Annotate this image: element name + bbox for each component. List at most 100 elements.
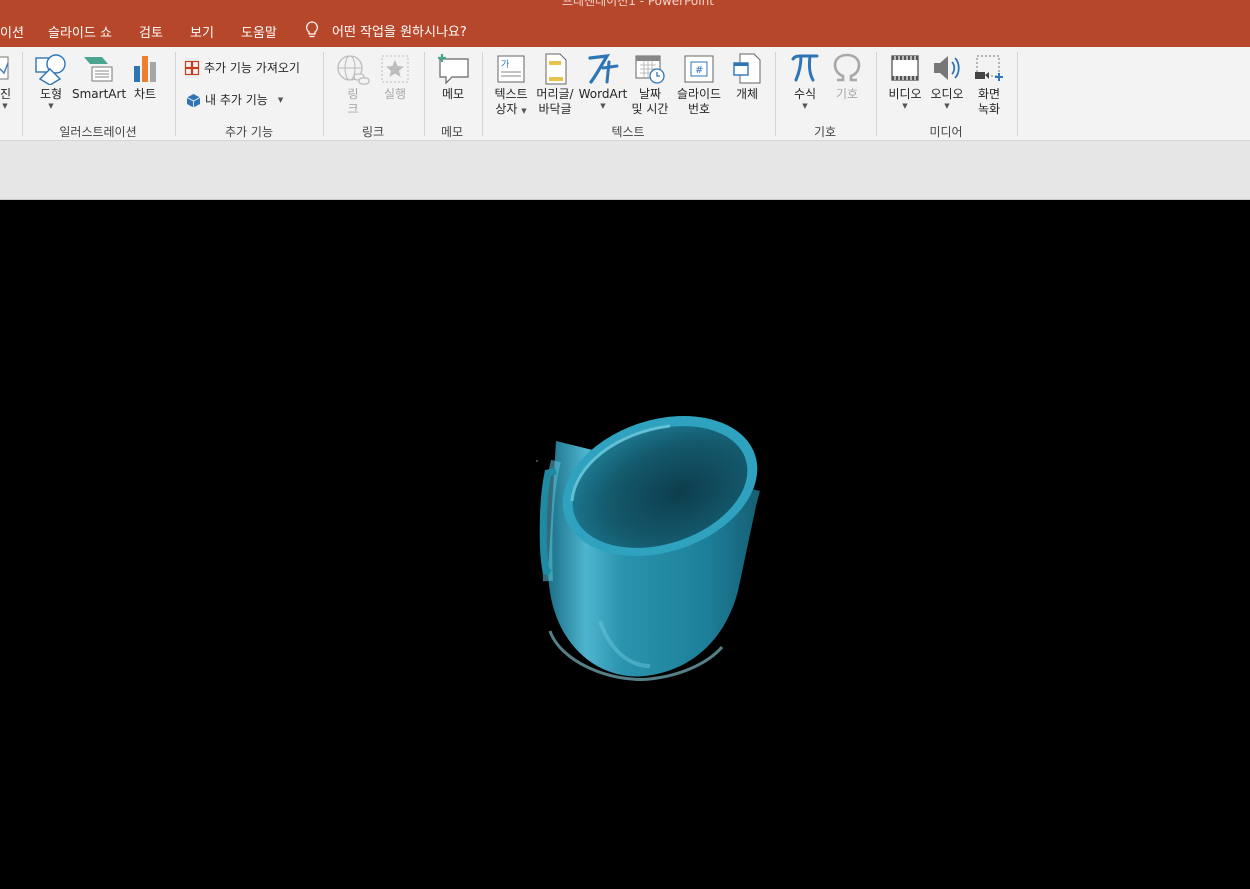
shapes-label: 도형 — [39, 87, 63, 101]
header-footer-label-line2: 바닥글 — [538, 102, 572, 116]
group-label-symbols: 기호 — [813, 125, 837, 139]
calendar-clock-icon — [635, 55, 665, 84]
tab-help[interactable]: 도움말 — [241, 22, 277, 41]
svg-text:#: # — [695, 65, 703, 76]
symbol-button[interactable]: 기호 — [830, 87, 864, 102]
tab-slide-show[interactable]: 슬라이드 쇼 — [48, 22, 112, 41]
tab-view[interactable]: 보기 — [190, 22, 214, 41]
partial-button[interactable]: 진 ▼ — [0, 87, 12, 110]
store-icon — [184, 60, 200, 76]
screen-recording-label-line2: 녹화 — [977, 102, 1001, 116]
slide-number-label-line2: 번호 — [687, 102, 711, 116]
screen-recording-button[interactable]: 화면 녹화 — [970, 87, 1008, 117]
textbox-button[interactable]: 텍스트 상자 ▼ — [490, 87, 532, 119]
group-separator — [1017, 52, 1018, 136]
chevron-down-icon: ▼ — [902, 102, 908, 110]
group-separator — [175, 52, 176, 136]
equation-pi-icon — [791, 54, 819, 82]
header-footer-icon — [545, 53, 567, 85]
object-button[interactable]: 개체 — [730, 87, 764, 102]
chart-button[interactable]: 차트 — [130, 87, 160, 102]
smartart-label: SmartArt — [72, 87, 127, 101]
shapes-button[interactable]: 도형 ▼ — [36, 87, 66, 110]
group-separator — [323, 52, 324, 136]
textbox-icon: 가 — [497, 55, 525, 83]
omega-symbol-icon — [833, 53, 861, 82]
date-time-label-line2: 및 시간 — [631, 102, 669, 116]
shapes-icon — [35, 54, 66, 85]
chevron-down-icon: ▼ — [2, 102, 8, 110]
chart-icon — [134, 56, 156, 82]
equation-label: 수식 — [793, 87, 817, 101]
chevron-down-icon: ▼ — [600, 102, 606, 110]
action-star-icon — [381, 55, 409, 83]
chevron-down-icon: ▼ — [277, 96, 284, 104]
wordart-icon — [588, 54, 619, 84]
partial-icon — [0, 56, 9, 80]
textbox-label-line2: 상자 ▼ — [495, 102, 527, 116]
chart-label: 차트 — [133, 87, 157, 101]
ruler-area — [0, 141, 1250, 200]
video-button[interactable]: 비디오 ▼ — [886, 87, 924, 110]
smartart-button[interactable]: SmartArt — [72, 87, 127, 102]
action-label: 실행 — [383, 87, 407, 101]
chevron-down-icon: ▼ — [48, 102, 54, 110]
date-time-label-line1: 날짜 — [638, 87, 662, 101]
equation-button[interactable]: 수식 ▼ — [790, 87, 820, 110]
link-globe-icon — [337, 55, 370, 85]
get-addins-button[interactable]: 추가 기능 가져오기 — [184, 59, 300, 77]
tab-review[interactable]: 검토 — [139, 22, 163, 41]
group-label-media: 미디어 — [929, 125, 963, 139]
group-label-comments: 메모 — [440, 125, 464, 139]
ribbon-insert: 진 ▼ 도형 ▼ SmartArt 차트 일러스트레이션 추가 기능 가져오기 … — [0, 47, 1250, 141]
window-title: 프레젠테이션1 - PowerPoint — [562, 0, 714, 8]
tell-me-search[interactable]: 어떤 작업을 원하시나요? — [305, 20, 467, 40]
link-button[interactable]: 링 크 — [340, 87, 366, 117]
comment-button[interactable]: 메모 — [438, 87, 468, 102]
smartart-icon — [84, 57, 113, 82]
wordart-button[interactable]: WordArt ▼ — [578, 87, 628, 110]
slide-number-button[interactable]: 슬라이드 번호 — [672, 87, 726, 117]
object-icon — [733, 53, 761, 84]
partial-label: 진 — [0, 87, 12, 101]
tab-animations[interactable]: 이션 — [0, 22, 24, 41]
screen-recording-label-line1: 화면 — [977, 87, 1001, 101]
group-label-addins: 추가 기능 — [225, 125, 273, 139]
group-separator — [482, 52, 483, 136]
group-label-illustrations: 일러스트레이션 — [59, 125, 137, 139]
header-footer-label-line1: 머리글/ — [536, 87, 574, 101]
group-separator — [775, 52, 776, 136]
group-separator — [876, 52, 877, 136]
symbol-label: 기호 — [835, 87, 859, 101]
wordart-label: WordArt — [578, 87, 628, 101]
link-label-line1: 링 — [347, 87, 359, 101]
addin-cube-icon — [186, 93, 201, 107]
slide-canvas[interactable] — [0, 201, 1250, 889]
date-time-button[interactable]: 날짜 및 시간 — [628, 87, 672, 117]
action-button[interactable]: 실행 — [378, 87, 412, 102]
link-label-line2: 크 — [347, 102, 359, 116]
video-label: 비디오 — [888, 87, 922, 101]
chevron-down-icon: ▼ — [944, 102, 950, 110]
comment-icon — [438, 54, 469, 85]
header-footer-button[interactable]: 머리글/ 바닥글 — [532, 87, 578, 117]
slide-number-icon: # — [684, 55, 714, 83]
screen-recording-icon — [975, 55, 1003, 81]
get-addins-label: 추가 기능 가져오기 — [204, 60, 300, 75]
my-addins-label: 내 추가 기능 — [205, 92, 268, 107]
slide-number-label-line1: 슬라이드 — [676, 87, 722, 101]
audio-button[interactable]: 오디오 ▼ — [928, 87, 966, 110]
mug-image[interactable] — [520, 411, 780, 691]
group-separator — [424, 52, 425, 136]
chevron-down-icon: ▼ — [521, 107, 527, 115]
comment-label: 메모 — [441, 87, 465, 101]
tell-me-text: 어떤 작업을 원하시나요? — [332, 24, 467, 40]
title-bar: 프레젠테이션1 - PowerPoint — [0, 0, 1250, 10]
chevron-down-icon: ▼ — [802, 102, 808, 110]
svg-text:가: 가 — [501, 59, 509, 70]
video-film-icon — [891, 55, 919, 81]
textbox-label-line1: 텍스트 — [494, 87, 528, 101]
group-separator — [22, 52, 23, 136]
ribbon-tabs: 이션 슬라이드 쇼 검토 보기 도움말 어떤 작업을 원하시나요? — [0, 10, 1250, 47]
my-addins-button[interactable]: 내 추가 기능 ▼ — [186, 91, 283, 109]
